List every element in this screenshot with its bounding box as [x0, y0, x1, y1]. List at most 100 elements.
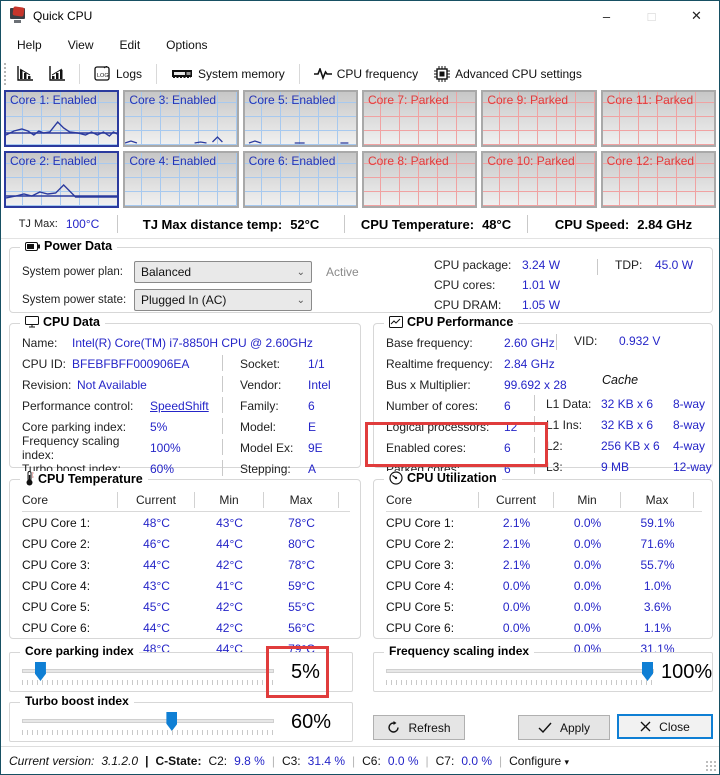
- chart-descending-button[interactable]: [9, 62, 41, 85]
- cpu-performance-title: CPU Performance: [384, 315, 518, 329]
- pulse-icon: [314, 68, 332, 80]
- core-activity-sparkline: [6, 119, 117, 145]
- c6-label: C6:: [362, 754, 381, 768]
- statusbar: Current version: 3.1.2.0 | C-State: C2: …: [1, 746, 719, 774]
- cpu-speed-readout: CPU Speed: 2.84 GHz: [528, 210, 719, 238]
- c6-value: 0.0 %: [388, 754, 419, 768]
- tj-max-readout: TJ Max: 100°C: [1, 210, 117, 238]
- advanced-cpu-settings-label: Advanced CPU settings: [455, 67, 582, 81]
- table-row: CPU Core 1:2.1%0.0%59.1%: [386, 512, 702, 533]
- toolbar-separator: [299, 64, 300, 84]
- core-graph-2: Core 2: Enabled: [4, 151, 119, 208]
- version-value: 3.1.2.0: [101, 754, 138, 768]
- logs-button[interactable]: LOG Logs: [86, 62, 150, 86]
- status-row: TJ Max: 100°C TJ Max distance temp: 52°C…: [1, 210, 719, 239]
- thermometer-icon: [25, 471, 34, 486]
- core-activity-sparkline: [245, 119, 356, 145]
- core-activity-sparkline: [6, 180, 117, 206]
- tj-max-value: 100°C: [66, 217, 100, 231]
- turbo-boost-value: 60%: [291, 711, 331, 734]
- power-data-group: Power Data System power plan: Balanced ⌄…: [9, 247, 713, 313]
- refresh-icon: [387, 721, 400, 734]
- c2-value: 9.8 %: [234, 754, 265, 768]
- tj-distance-value: 52°C: [290, 217, 319, 232]
- number-of-cores-row: Number of cores:6: [386, 395, 567, 416]
- bus-multiplier-row: Bus x Multiplier:99.692 x 28: [386, 374, 567, 395]
- frequency-scaling-slider-track[interactable]: [386, 669, 654, 673]
- annotation-highlight-enabled-parked-cores: [365, 422, 548, 467]
- cstate-label: C-State:: [155, 754, 201, 768]
- cpu-temperature-title: CPU Temperature: [20, 471, 148, 486]
- c3-value: 31.4 %: [308, 754, 345, 768]
- maximize-button: □: [629, 1, 674, 31]
- cpu-id-row: CPU ID:BFEBFBFF000906EA: [22, 353, 209, 374]
- turbo-boost-slider-thumb[interactable]: [166, 712, 177, 731]
- chevron-down-icon: ⌄: [297, 267, 305, 278]
- core-parking-slider-track[interactable]: [22, 669, 274, 673]
- refresh-button[interactable]: Refresh: [373, 715, 465, 740]
- memory-icon: [171, 68, 193, 80]
- revision-row: Revision:Not Available: [22, 374, 209, 395]
- table-row: CPU Core 6:44°C42°C56°C: [22, 617, 350, 638]
- table-row: CPU Core 5:0.0%0.0%3.6%: [386, 596, 702, 617]
- menu-help[interactable]: Help: [17, 38, 42, 52]
- toolbar-separator: [79, 64, 80, 84]
- chevron-down-icon: ▾: [565, 757, 570, 767]
- configure-menu[interactable]: Configure ▾: [509, 754, 569, 768]
- core-graph-4: Core 4: Enabled: [123, 151, 238, 208]
- power-data-title: Power Data: [20, 239, 117, 253]
- resize-grip[interactable]: [705, 760, 717, 772]
- logs-icon: LOG: [94, 66, 111, 82]
- cpu-temperature-readout: CPU Temperature: 48°C: [345, 210, 527, 238]
- temperature-table-header: Core Current Min Max: [22, 488, 350, 512]
- core-parking-slider-thumb[interactable]: [35, 662, 46, 681]
- cpu-speed-value: 2.84 GHz: [637, 217, 692, 232]
- l1-ins-row: L1 Ins:32 KB x 68-way: [546, 414, 712, 435]
- core-graph-7: Core 7: Parked: [362, 90, 477, 147]
- power-plan-active-status: Active: [326, 265, 359, 279]
- frequency-scaling-value: 100%: [661, 661, 712, 684]
- minimize-button[interactable]: –: [584, 1, 629, 31]
- turbo-boost-slider-track[interactable]: [22, 719, 274, 723]
- cpu-frequency-label: CPU frequency: [337, 67, 418, 81]
- frequency-scaling-index-row: Frequency scaling index:100%: [22, 437, 209, 458]
- menu-options[interactable]: Options: [166, 38, 207, 52]
- table-row: CPU Core 5:45°C42°C55°C: [22, 596, 350, 617]
- l2-row: L2:256 KB x 64-way: [546, 435, 712, 456]
- turbo-boost-slider-group: Turbo boost index 60%: [9, 702, 353, 742]
- cpu-data-group: CPU Data Name: Intel(R) Core(TM) i7-8850…: [9, 323, 361, 468]
- frequency-scaling-slider-thumb[interactable]: [642, 662, 653, 681]
- cpu-frequency-button[interactable]: CPU frequency: [306, 63, 426, 85]
- table-row: CPU Core 4:43°C41°C59°C: [22, 575, 350, 596]
- apply-button[interactable]: Apply: [518, 715, 610, 740]
- turbo-boost-slider-title: Turbo boost index: [20, 694, 134, 708]
- core-graphs-grid: Core 1: Enabled Core 3: Enabled Core 5: …: [4, 90, 716, 208]
- cpu-temperature-value: 48°C: [482, 217, 511, 232]
- performance-chart-icon: [389, 316, 403, 328]
- chart-ascending-button[interactable]: [41, 62, 73, 85]
- logs-label: Logs: [116, 67, 142, 81]
- model-ex-row: Model Ex:9E: [240, 437, 331, 458]
- slider-tick-marks: [22, 730, 274, 735]
- speedshift-link[interactable]: SpeedShift: [150, 399, 209, 413]
- core-parking-slider-title: Core parking index: [20, 644, 139, 658]
- cpu-name-row: Name: Intel(R) Core(TM) i7-8850H CPU @ 2…: [22, 332, 313, 353]
- app-icon: [9, 8, 27, 24]
- advanced-cpu-settings-button[interactable]: Advanced CPU settings: [426, 62, 590, 86]
- table-row: CPU Core 3:44°C42°C78°C: [22, 554, 350, 575]
- l3-row: L3:9 MB12-way: [546, 456, 712, 477]
- core-graph-9: Core 9: Parked: [481, 90, 596, 147]
- table-row: CPU Core 2:2.1%0.0%71.6%: [386, 533, 702, 554]
- power-state-select[interactable]: Plugged In (AC) ⌄: [134, 289, 312, 311]
- close-button[interactable]: Close: [617, 714, 713, 739]
- menu-view[interactable]: View: [68, 38, 94, 52]
- power-plan-select[interactable]: Balanced ⌄: [134, 261, 312, 283]
- performance-control-row: Performance control:SpeedShift: [22, 395, 209, 416]
- close-window-button[interactable]: ✕: [674, 1, 719, 31]
- system-memory-button[interactable]: System memory: [163, 63, 293, 85]
- core-graph-3: Core 3: Enabled: [123, 90, 238, 147]
- menu-edit[interactable]: Edit: [119, 38, 140, 52]
- vid-readout: VID:0.932 V: [574, 334, 660, 348]
- base-frequency-row: Base frequency:2.60 GHz: [386, 332, 567, 353]
- tdp-readout: TDP:45.0 W: [615, 258, 693, 272]
